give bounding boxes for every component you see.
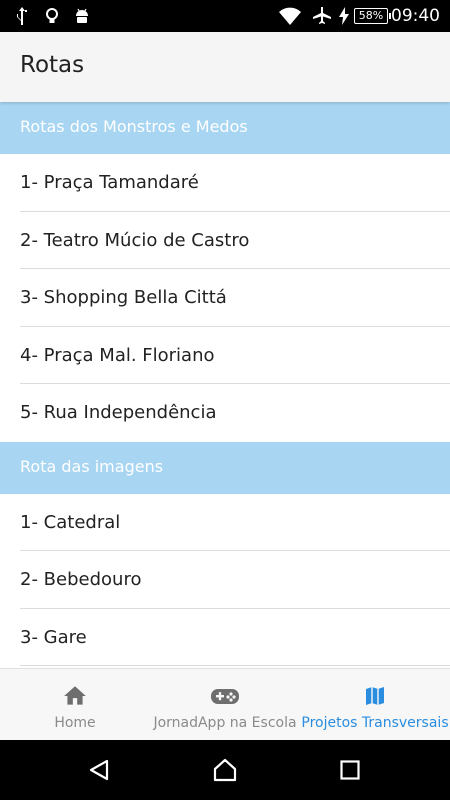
list-item[interactable]: 1- Catedral (0, 494, 450, 551)
list-item[interactable]: 3- Shopping Bella Cittá (0, 269, 450, 327)
tab-label: JornadApp na Escola (153, 715, 297, 731)
status-bar: 58% 09:40 (0, 0, 450, 32)
list-item-label: 1- Praça Tamandaré (20, 172, 199, 193)
divider (20, 665, 450, 666)
home-icon (64, 686, 86, 705)
map-icon (366, 687, 384, 705)
list-item[interactable]: 4- Praça Mal. Floriano (0, 327, 450, 384)
list-item-label: 2- Bebedouro (20, 569, 142, 590)
list-item-label: 3- Shopping Bella Cittá (20, 287, 227, 308)
gamepad-icon (211, 689, 239, 704)
charging-icon (339, 7, 349, 25)
home-button-icon[interactable] (213, 758, 237, 782)
page-title: Rotas (20, 52, 85, 78)
list-item[interactable]: 2- Bebedouro (0, 551, 450, 609)
section-header: Rotas dos Monstros e Medos (0, 102, 450, 154)
tab-label: Home (54, 715, 96, 731)
battery-indicator: 58% (354, 8, 391, 24)
list-item-label: 5- Rua Independência (20, 402, 217, 423)
lightbulb-icon (46, 8, 58, 23)
section-header: Rota das imagens (0, 441, 450, 494)
list-item[interactable]: 1- Praça Tamandaré (0, 154, 450, 212)
wifi-icon (279, 7, 301, 25)
list-item-label: 4- Praça Mal. Floriano (20, 344, 215, 366)
list-item[interactable]: 2- Teatro Múcio de Castro (0, 212, 450, 269)
list-item[interactable]: 5- Rua Independência (0, 384, 450, 442)
status-time: 09:40 (391, 6, 440, 26)
bottom-navigation: Home JornadApp na Escola Projetos Transv… (0, 668, 450, 740)
app-bar: Rotas (0, 32, 450, 102)
usb-icon (17, 7, 27, 25)
list-item-label: 3- Gare (20, 626, 87, 648)
airplane-icon (313, 7, 331, 24)
tab-label: Projetos Transversais (301, 715, 449, 731)
list-item[interactable]: 3- Gare (0, 609, 450, 666)
recent-apps-icon[interactable] (340, 760, 360, 780)
back-icon[interactable] (88, 759, 110, 781)
tab-projetos-transversais[interactable]: Projetos Transversais (300, 669, 450, 740)
tab-home[interactable]: Home (0, 669, 150, 740)
list-item-label: 2- Teatro Múcio de Castro (20, 229, 250, 251)
android-icon (76, 8, 88, 23)
routes-list[interactable]: Rotas dos Monstros e Medos 1- Praça Tama… (0, 102, 450, 668)
system-navigation-bar (0, 740, 450, 800)
tab-jornadapp[interactable]: JornadApp na Escola (150, 669, 300, 740)
list-item-label: 1- Catedral (20, 511, 121, 533)
